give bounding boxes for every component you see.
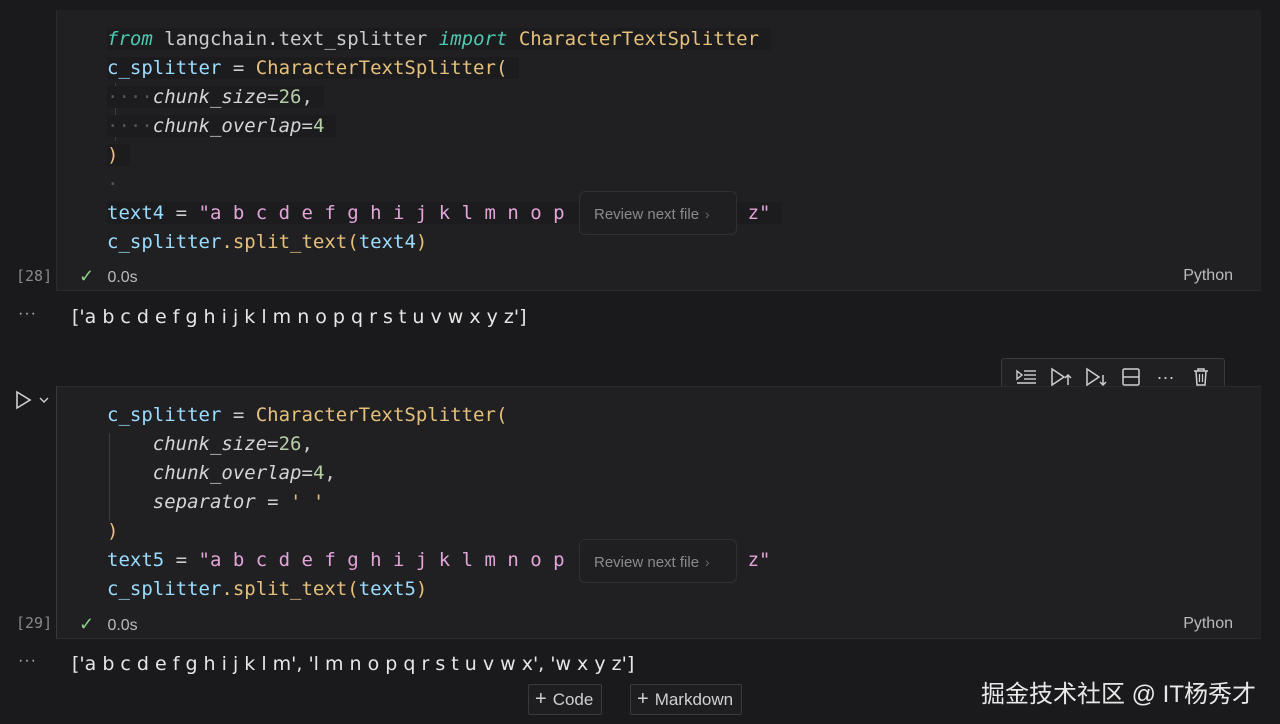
cell-status: ✓ 0.0s	[79, 614, 138, 635]
cell-output: ['a b c d e f g h i j k l m n o p q r s …	[72, 306, 527, 328]
code-line-5: )	[107, 144, 130, 166]
plus-icon: +	[535, 688, 547, 710]
code-line-8: c_splitter.split_text(text4)	[107, 231, 428, 253]
code-line-3: chunk_overlap=4,	[152, 462, 336, 484]
code-line-1: c_splitter = CharacterTextSplitter(	[107, 404, 508, 426]
add-markdown-cell-button[interactable]: + Markdown	[630, 684, 743, 715]
chevron-right-icon: ›	[705, 206, 710, 222]
add-code-cell-button[interactable]: + Code	[528, 684, 603, 715]
chevron-down-icon[interactable]	[38, 395, 50, 405]
exec-count: [29]	[16, 614, 53, 632]
code-line-7: c_splitter.split_text(text5)	[107, 578, 428, 600]
code-line-2: c_splitter = CharacterTextSplitter(	[107, 57, 519, 79]
chevron-right-icon: ›	[705, 554, 710, 570]
watermark: 掘金技术社区 @ IT杨秀才	[980, 681, 1256, 708]
code-cell-29[interactable]: c_splitter = CharacterTextSplitter( chun…	[56, 386, 1261, 639]
code-line-1: from langchain.text_splitter import Char…	[107, 28, 771, 50]
cell-language[interactable]: Python	[1183, 615, 1233, 633]
run-cell-control[interactable]	[14, 390, 50, 410]
exec-time: 0.0s	[107, 617, 138, 634]
code-line-4: separator = ' '	[152, 491, 325, 513]
code-cell-28[interactable]: from langchain.text_splitter import Char…	[56, 10, 1261, 291]
code-line-2: chunk_size=26,	[152, 433, 313, 455]
review-next-file-hint[interactable]: Review next file ›	[579, 539, 737, 583]
exec-count: [28]	[16, 267, 53, 285]
check-icon: ✓	[79, 266, 95, 286]
output-more-icon[interactable]: ···	[18, 652, 37, 670]
cell-language[interactable]: Python	[1183, 267, 1233, 285]
plus-icon: +	[637, 688, 649, 710]
cell-output: ['a b c d e f g h i j k l m', 'l m n o p…	[72, 653, 635, 675]
exec-time: 0.0s	[107, 269, 138, 286]
output-more-icon[interactable]: ···	[18, 305, 37, 323]
run-icon[interactable]	[14, 390, 32, 410]
code-line-3: ····chunk_size=26,	[107, 86, 325, 108]
code-line-4: ····chunk_overlap=4	[107, 115, 336, 137]
code-line-5: )	[107, 520, 119, 542]
cell-status: ✓ 0.0s	[79, 266, 138, 287]
review-next-file-hint[interactable]: Review next file ›	[579, 191, 737, 235]
check-icon: ✓	[79, 614, 95, 634]
